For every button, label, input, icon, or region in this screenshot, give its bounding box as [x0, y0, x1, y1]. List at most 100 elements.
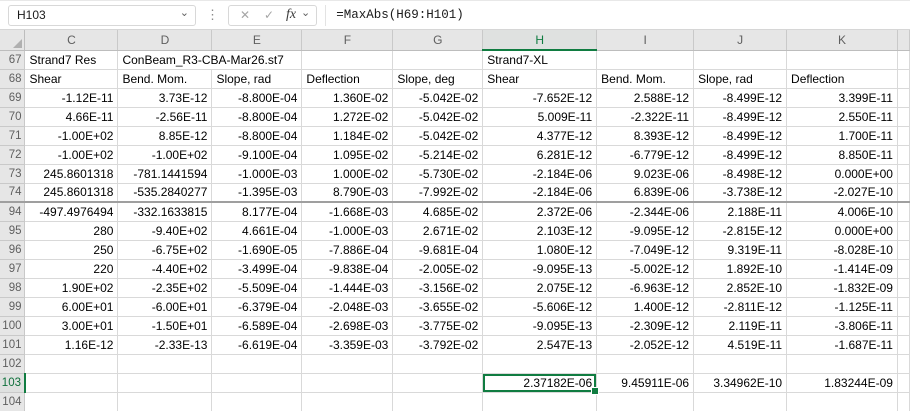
row-header-103[interactable]: 103	[0, 373, 25, 392]
cell-D102[interactable]	[118, 354, 212, 373]
cell-I69[interactable]: 2.588E-12	[597, 88, 694, 107]
cell-I94[interactable]: -2.344E-06	[597, 202, 694, 221]
cell-E99[interactable]: -6.379E-04	[212, 297, 302, 316]
cell-J97[interactable]: 1.892E-10	[694, 259, 787, 278]
cell-I97[interactable]: -5.002E-12	[597, 259, 694, 278]
cell-E100[interactable]: -6.589E-04	[212, 316, 302, 335]
cell-H96[interactable]: 1.080E-12	[483, 240, 597, 259]
cell-G98[interactable]: -3.156E-02	[393, 278, 483, 297]
cell-H102[interactable]	[483, 354, 597, 373]
cell-G68[interactable]: Slope, deg	[393, 69, 483, 88]
cell-filler-70[interactable]	[897, 107, 909, 126]
row-header-97[interactable]: 97	[0, 259, 25, 278]
cell-E97[interactable]: -3.499E-04	[212, 259, 302, 278]
cell-G96[interactable]: -9.681E-04	[393, 240, 483, 259]
cell-J74[interactable]: -3.738E-12	[694, 183, 787, 202]
cell-K73[interactable]: 0.000E+00	[787, 164, 898, 183]
cell-H68[interactable]: Shear	[483, 69, 597, 88]
cell-K100[interactable]: -3.806E-11	[787, 316, 898, 335]
cell-filler-69[interactable]	[897, 88, 909, 107]
cell-G104[interactable]	[393, 392, 483, 411]
cell-F71[interactable]: 1.184E-02	[302, 126, 393, 145]
cell-C103[interactable]	[25, 373, 118, 392]
cell-J99[interactable]: -2.811E-12	[694, 297, 787, 316]
cell-K74[interactable]: -2.027E-10	[787, 183, 898, 202]
cell-F72[interactable]: 1.095E-02	[302, 145, 393, 164]
cell-K68[interactable]: Deflection	[787, 69, 898, 88]
cell-filler-73[interactable]	[897, 164, 909, 183]
row-header-100[interactable]: 100	[0, 316, 25, 335]
cell-filler-68[interactable]	[897, 69, 909, 88]
cell-D70[interactable]: -2.56E-11	[118, 107, 212, 126]
cell-I100[interactable]: -2.309E-12	[597, 316, 694, 335]
cell-K97[interactable]: -1.414E-09	[787, 259, 898, 278]
row-header-71[interactable]: 71	[0, 126, 25, 145]
cell-F101[interactable]: -3.359E-03	[302, 335, 393, 354]
row-header-69[interactable]: 69	[0, 88, 25, 107]
cell-I99[interactable]: 1.400E-12	[597, 297, 694, 316]
cell-J94[interactable]: 2.188E-11	[694, 202, 787, 221]
row-header-104[interactable]: 104	[0, 392, 25, 411]
cell-G99[interactable]: -3.655E-02	[393, 297, 483, 316]
cell-filler-96[interactable]	[897, 240, 909, 259]
cell-F102[interactable]	[302, 354, 393, 373]
cell-C96[interactable]: 250	[25, 240, 118, 259]
cell-H72[interactable]: 6.281E-12	[483, 145, 597, 164]
cell-H99[interactable]: -5.606E-12	[483, 297, 597, 316]
column-header-J[interactable]: J	[694, 30, 787, 50]
cell-H104[interactable]	[483, 392, 597, 411]
cell-D100[interactable]: -1.50E+01	[118, 316, 212, 335]
cell-filler-103[interactable]	[897, 373, 909, 392]
cell-F70[interactable]: 1.272E-02	[302, 107, 393, 126]
cell-G67[interactable]	[393, 50, 483, 69]
cell-H73[interactable]: -2.184E-06	[483, 164, 597, 183]
cell-filler-74[interactable]	[897, 183, 909, 202]
cell-H71[interactable]: 4.377E-12	[483, 126, 597, 145]
cell-filler-71[interactable]	[897, 126, 909, 145]
column-header-C[interactable]: C	[25, 30, 118, 50]
enter-icon[interactable]: ✓	[257, 8, 281, 22]
cell-K104[interactable]	[787, 392, 898, 411]
cell-J102[interactable]	[694, 354, 787, 373]
cell-C94[interactable]: -497.4976494	[25, 202, 118, 221]
cell-E101[interactable]: -6.619E-04	[212, 335, 302, 354]
cell-J67[interactable]	[694, 50, 787, 69]
cell-H74[interactable]: -2.184E-06	[483, 183, 597, 202]
cell-K69[interactable]: 3.399E-11	[787, 88, 898, 107]
cell-E73[interactable]: -1.000E-03	[212, 164, 302, 183]
cell-H97[interactable]: -9.095E-13	[483, 259, 597, 278]
cell-H94[interactable]: 2.372E-06	[483, 202, 597, 221]
cell-G72[interactable]: -5.214E-02	[393, 145, 483, 164]
cell-C74[interactable]: 245.8601318	[25, 183, 118, 202]
cell-E70[interactable]: -8.800E-04	[212, 107, 302, 126]
cell-F68[interactable]: Deflection	[302, 69, 393, 88]
cell-F98[interactable]: -1.444E-03	[302, 278, 393, 297]
cell-F99[interactable]: -2.048E-03	[302, 297, 393, 316]
cell-I95[interactable]: -9.095E-12	[597, 221, 694, 240]
cell-C95[interactable]: 280	[25, 221, 118, 240]
cell-G97[interactable]: -2.005E-02	[393, 259, 483, 278]
cell-I102[interactable]	[597, 354, 694, 373]
name-box[interactable]: H103 ⌄	[8, 5, 196, 26]
cell-C99[interactable]: 6.00E+01	[25, 297, 118, 316]
cell-filler-99[interactable]	[897, 297, 909, 316]
cell-J95[interactable]: -2.815E-12	[694, 221, 787, 240]
row-header-67[interactable]: 67	[0, 50, 25, 69]
column-header-G[interactable]: G	[393, 30, 483, 50]
cell-E98[interactable]: -5.509E-04	[212, 278, 302, 297]
cell-C67[interactable]: Strand7 Res	[25, 50, 118, 69]
cell-F94[interactable]: -1.668E-03	[302, 202, 393, 221]
cell-K70[interactable]: 2.550E-11	[787, 107, 898, 126]
cell-C72[interactable]: -1.00E+02	[25, 145, 118, 164]
cell-D69[interactable]: 3.73E-12	[118, 88, 212, 107]
cell-I70[interactable]: -2.322E-11	[597, 107, 694, 126]
cell-I68[interactable]: Bend. Mom.	[597, 69, 694, 88]
cell-G74[interactable]: -7.992E-02	[393, 183, 483, 202]
cell-C97[interactable]: 220	[25, 259, 118, 278]
cell-K94[interactable]: 4.006E-10	[787, 202, 898, 221]
cell-H69[interactable]: -7.652E-12	[483, 88, 597, 107]
formula-input[interactable]: =MaxAbs(H69:H101)	[326, 8, 910, 22]
cell-E103[interactable]	[212, 373, 302, 392]
formula-bar-drag-handle-icon[interactable]: ⋮	[196, 7, 228, 23]
cell-filler-101[interactable]	[897, 335, 909, 354]
